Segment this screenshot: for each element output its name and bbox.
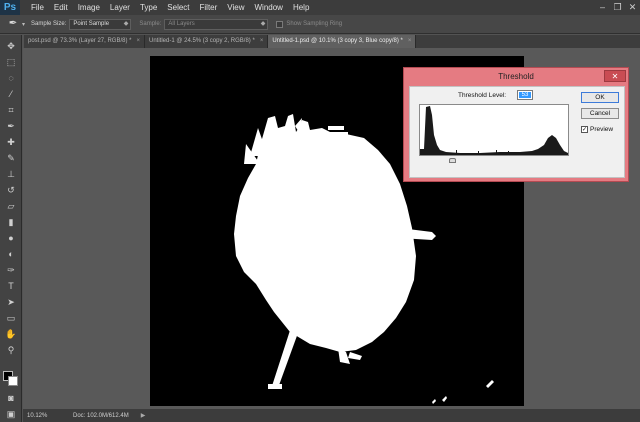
zoom-level[interactable]: 10.12% bbox=[23, 413, 53, 419]
close-tab-icon[interactable]: × bbox=[136, 38, 140, 44]
options-bar: ✒ ▾ Sample Size: Point Sample ◆ Sample: … bbox=[0, 15, 640, 34]
photoshop-window: Ps File Edit Image Layer Type Select Fil… bbox=[0, 0, 640, 422]
threshold-dialog: Threshold ✕ Threshold Level: 53 OK Cance… bbox=[403, 67, 629, 182]
tab-untitled-1-copy-2[interactable]: Untitled-1 @ 24.5% (3 copy 2, RGB/8) * × bbox=[145, 35, 269, 48]
sample-select[interactable]: All Layers ◆ bbox=[164, 18, 269, 30]
menu-window[interactable]: Window bbox=[250, 0, 288, 15]
screen-mode-icon[interactable]: ▣ bbox=[3, 407, 19, 421]
dialog-close-button[interactable]: ✕ bbox=[604, 70, 626, 82]
brush-tool-icon[interactable]: ✎ bbox=[3, 151, 19, 165]
eraser-tool-icon[interactable]: ▱ bbox=[3, 199, 19, 213]
sample-size-value: Point Sample bbox=[73, 20, 110, 27]
path-selection-tool-icon[interactable]: ➤ bbox=[3, 295, 19, 309]
menu-type[interactable]: Type bbox=[135, 0, 162, 15]
threshold-slider[interactable] bbox=[419, 157, 569, 163]
clone-stamp-tool-icon[interactable]: ⊥ bbox=[3, 167, 19, 181]
sample-value: All Layers bbox=[168, 20, 195, 27]
preview-label: Preview bbox=[590, 126, 614, 133]
hand-tool-icon[interactable]: ✋ bbox=[3, 327, 19, 341]
sample-size-select[interactable]: Point Sample ◆ bbox=[69, 18, 132, 30]
photoshop-logo: Ps bbox=[0, 0, 20, 15]
menu-edit[interactable]: Edit bbox=[49, 0, 73, 15]
preview-checkbox[interactable]: ✓ bbox=[581, 126, 588, 133]
lasso-tool-icon[interactable]: ◌ bbox=[3, 71, 19, 85]
threshold-slider-handle[interactable] bbox=[449, 158, 456, 163]
eyedropper-tool-icon[interactable]: ✒ bbox=[3, 119, 19, 133]
status-menu-arrow-icon[interactable]: ▶ bbox=[141, 412, 146, 419]
sample-label: Sample: bbox=[139, 21, 162, 27]
close-window-button[interactable]: ✕ bbox=[625, 0, 640, 15]
dodge-tool-icon[interactable]: ◐ bbox=[3, 247, 19, 261]
gradient-tool-icon[interactable]: ▮ bbox=[3, 215, 19, 229]
histogram-graph bbox=[420, 106, 568, 155]
show-sampling-ring-label: Show Sampling Ring bbox=[286, 21, 343, 27]
threshold-level-label: Threshold Level: bbox=[458, 92, 507, 99]
cancel-button[interactable]: Cancel bbox=[581, 108, 619, 119]
blur-tool-icon[interactable]: ● bbox=[3, 231, 19, 245]
minimize-button[interactable]: – bbox=[595, 0, 610, 15]
window-controls: – ❐ ✕ bbox=[595, 0, 640, 15]
show-sampling-ring-checkbox[interactable] bbox=[276, 20, 284, 28]
shape-tool-icon[interactable]: ▭ bbox=[3, 311, 19, 325]
tool-preset-caret-icon[interactable]: ▾ bbox=[22, 21, 25, 28]
menu-help[interactable]: Help bbox=[288, 0, 314, 15]
tab-post-psd[interactable]: post.psd @ 73.3% (Layer 27, RGB/8) * × bbox=[24, 35, 145, 48]
menu-file[interactable]: File bbox=[26, 0, 49, 15]
chevron-down-icon: ◆ bbox=[260, 20, 266, 27]
threshold-level-value: 53 bbox=[519, 92, 531, 98]
ok-button[interactable]: OK bbox=[581, 92, 619, 103]
tools-panel: ✥ ⬚ ◌ ⁄ ⌗ ✒ ✚ ✎ ⊥ ↺ ▱ ▮ ● ◐ ✑ T ➤ ▭ ✋ ⚲ … bbox=[0, 35, 22, 422]
crop-tool-icon[interactable]: ⌗ bbox=[3, 103, 19, 117]
document-tabs: post.psd @ 73.3% (Layer 27, RGB/8) * × Un… bbox=[24, 35, 640, 48]
preview-option[interactable]: ✓ Preview bbox=[581, 126, 613, 133]
eyedropper-icon[interactable]: ✒ bbox=[4, 17, 22, 31]
zoom-tool-icon[interactable]: ⚲ bbox=[3, 343, 19, 357]
threshold-level-input[interactable]: 53 bbox=[517, 90, 533, 100]
menu-view[interactable]: View bbox=[222, 0, 249, 15]
tab-label: Untitled-1.psd @ 10.1% (3 copy 3, Blue c… bbox=[272, 38, 403, 44]
menu-select[interactable]: Select bbox=[162, 0, 194, 15]
histogram bbox=[419, 104, 569, 156]
type-tool-icon[interactable]: T bbox=[3, 279, 19, 293]
menu-image[interactable]: Image bbox=[73, 0, 105, 15]
marquee-tool-icon[interactable]: ⬚ bbox=[3, 55, 19, 69]
doc-size-info: Doc: 102.0M/612.4M bbox=[73, 412, 129, 419]
healing-brush-tool-icon[interactable]: ✚ bbox=[3, 135, 19, 149]
status-bar: 10.12% Doc: 102.0M/612.4M ▶ bbox=[23, 409, 640, 422]
dialog-body: Threshold Level: 53 OK Cancel ✓ Preview bbox=[409, 86, 625, 178]
tab-label: Untitled-1 @ 24.5% (3 copy 2, RGB/8) * bbox=[149, 38, 255, 44]
restore-button[interactable]: ❐ bbox=[610, 0, 625, 15]
history-brush-tool-icon[interactable]: ↺ bbox=[3, 183, 19, 197]
tab-label: post.psd @ 73.3% (Layer 27, RGB/8) * bbox=[28, 38, 132, 44]
close-tab-icon[interactable]: × bbox=[260, 38, 264, 44]
tab-untitled-1-psd[interactable]: Untitled-1.psd @ 10.1% (3 copy 3, Blue c… bbox=[268, 35, 417, 48]
move-tool-icon[interactable]: ✥ bbox=[3, 39, 19, 53]
dialog-title: Threshold bbox=[498, 72, 534, 81]
quick-mask-icon[interactable]: ◙ bbox=[3, 391, 19, 405]
background-color-swatch[interactable] bbox=[8, 376, 18, 386]
menubar: Ps File Edit Image Layer Type Select Fil… bbox=[0, 0, 640, 15]
magic-wand-tool-icon[interactable]: ⁄ bbox=[3, 87, 19, 101]
menu-layer[interactable]: Layer bbox=[105, 0, 135, 15]
sample-size-label: Sample Size: bbox=[31, 21, 67, 27]
close-tab-icon[interactable]: × bbox=[408, 38, 412, 44]
pen-tool-icon[interactable]: ✑ bbox=[3, 263, 19, 277]
chevron-down-icon: ◆ bbox=[123, 20, 129, 27]
menu-filter[interactable]: Filter bbox=[195, 0, 223, 15]
